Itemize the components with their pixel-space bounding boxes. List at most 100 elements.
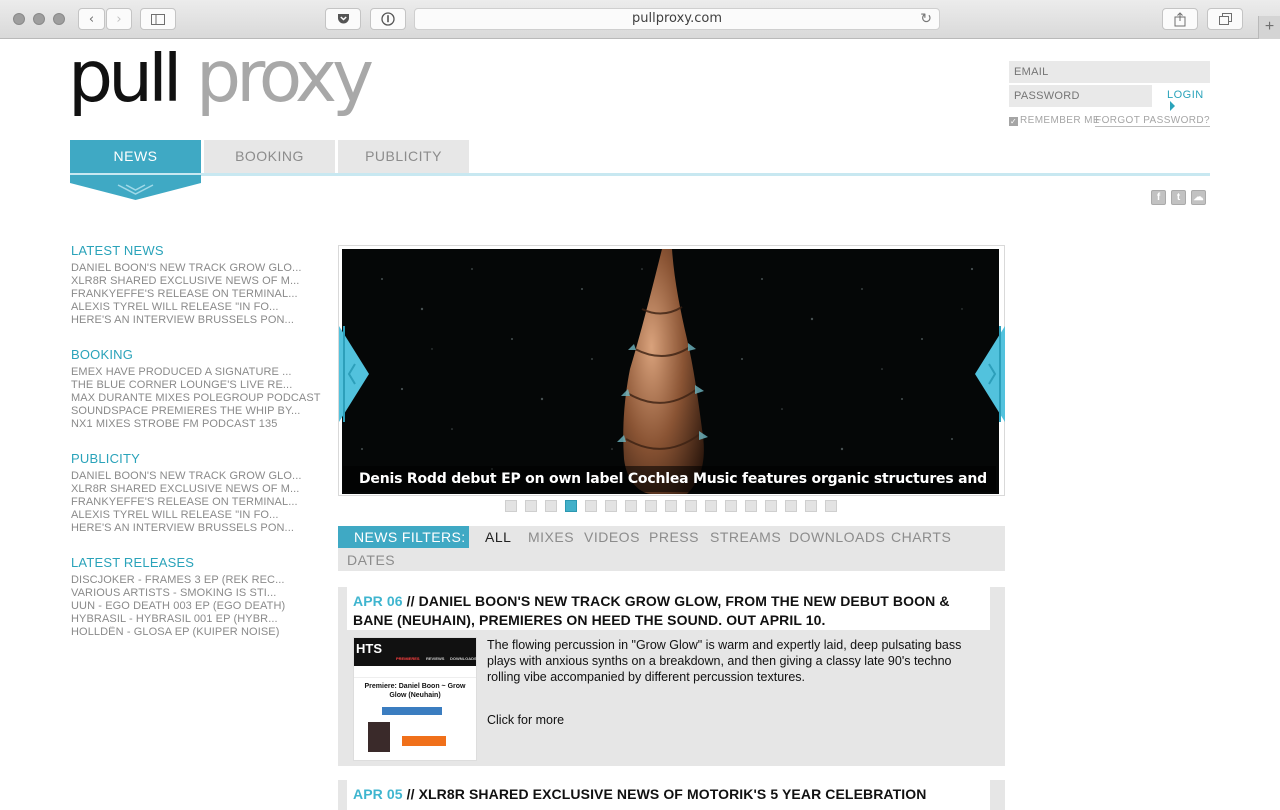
list-item[interactable]: ALEXIS TYREL WILL RELEASE "IN FO... — [71, 301, 331, 314]
soundcloud-icon[interactable]: ☁ — [1191, 190, 1206, 205]
list-item[interactable]: MAX DURANTE MIXES POLEGROUP PODCAST — [71, 392, 331, 405]
sidebar: LATEST NEWS DANIEL BOON'S NEW TRACK GROW… — [71, 243, 331, 659]
show-tabs-button[interactable] — [1207, 8, 1243, 30]
tab-publicity[interactable]: PUBLICITY — [338, 140, 469, 173]
remember-me-label: REMEMBER ME — [1020, 115, 1100, 126]
section-title[interactable]: BOOKING — [71, 347, 331, 363]
minimize-window-button[interactable] — [33, 13, 45, 25]
tab-news[interactable]: NEWS — [70, 140, 201, 173]
list-item[interactable]: HERE'S AN INTERVIEW BRUSSELS PON... — [71, 522, 331, 535]
filter-streams[interactable]: STREAMS — [710, 526, 781, 548]
soundcloud-glyph: ☁ — [1193, 192, 1204, 203]
list-item[interactable]: DANIEL BOON'S NEW TRACK GROW GLO... — [71, 262, 331, 275]
password-field[interactable] — [1009, 85, 1152, 107]
tabs-icon — [1218, 13, 1232, 25]
news-filters: NEWS FILTERS: ALL MIXES VIDEOS PRESS STR… — [338, 526, 1005, 571]
slider-dot[interactable] — [745, 500, 757, 512]
slider-dot[interactable] — [825, 500, 837, 512]
forgot-password-link[interactable]: FORGOT PASSWORD? — [1095, 115, 1210, 127]
list-item[interactable]: VARIOUS ARTISTS - SMOKING IS STI... — [71, 587, 331, 600]
list-item[interactable]: FRANKYEFFE'S RELEASE ON TERMINAL... — [71, 288, 331, 301]
pocket-button[interactable] — [325, 8, 361, 30]
list-item[interactable]: FRANKYEFFE'S RELEASE ON TERMINAL... — [71, 496, 331, 509]
email-field[interactable] — [1009, 61, 1210, 83]
browser-toolbar: ‹ › pullproxy.com ↻ + — [0, 0, 1280, 39]
article-date: APR 06 — [353, 593, 403, 609]
article-title[interactable]: APR 06 // DANIEL BOON'S NEW TRACK GROW G… — [347, 587, 990, 630]
filter-mixes[interactable]: MIXES — [528, 526, 574, 548]
list-item[interactable]: HOLLDËN - GLOSA EP (KUIPER NOISE) — [71, 626, 331, 639]
list-item[interactable]: ALEXIS TYREL WILL RELEASE "IN FO... — [71, 509, 331, 522]
list-item[interactable]: DISCJOKER - FRAMES 3 EP (REK REC... — [71, 574, 331, 587]
list-item[interactable]: DANIEL BOON'S NEW TRACK GROW GLO... — [71, 470, 331, 483]
filter-charts[interactable]: CHARTS — [891, 526, 951, 548]
new-tab-button[interactable]: + — [1258, 16, 1280, 39]
slider-dot[interactable] — [705, 500, 717, 512]
tab-news-label: NEWS — [113, 148, 158, 164]
login-button[interactable]: LOGIN — [1167, 89, 1210, 113]
tab-booking[interactable]: BOOKING — [204, 140, 335, 173]
slider-dot[interactable] — [585, 500, 597, 512]
twitter-glyph: t — [1176, 192, 1181, 203]
slider-dot[interactable] — [725, 500, 737, 512]
article-thumbnail[interactable]: HTS PREMIERES REVIEWS DOWNLOADS Premiere… — [353, 637, 477, 761]
slider-dot[interactable] — [805, 500, 817, 512]
list-item[interactable]: UUN - EGO DEATH 003 EP (EGO DEATH) — [71, 600, 331, 613]
twitter-icon[interactable]: t — [1171, 190, 1186, 205]
list-item[interactable]: EMEX HAVE PRODUCED A SIGNATURE ... — [71, 366, 331, 379]
slide-image[interactable] — [342, 249, 999, 494]
article-read-more-link[interactable]: Click for more — [487, 713, 564, 727]
triangle-right-icon — [1170, 101, 1175, 111]
slider-next-button[interactable] — [975, 326, 1005, 422]
filter-videos[interactable]: VIDEOS — [584, 526, 640, 548]
slider-dot[interactable] — [565, 500, 577, 512]
forward-button[interactable]: › — [106, 8, 132, 30]
thumb-cover-art — [368, 722, 390, 752]
zoom-window-button[interactable] — [53, 13, 65, 25]
list-item[interactable]: XLR8R SHARED EXCLUSIVE NEWS OF M... — [71, 483, 331, 496]
slider-dot[interactable] — [685, 500, 697, 512]
share-button[interactable] — [1162, 8, 1198, 30]
slider-prev-button[interactable] — [339, 326, 369, 422]
slider-dot[interactable] — [545, 500, 557, 512]
filter-dates[interactable]: DATES — [347, 549, 395, 571]
slider-dot[interactable] — [525, 500, 537, 512]
thumb-breadcrumb — [354, 666, 476, 678]
section-title[interactable]: LATEST NEWS — [71, 243, 331, 259]
slider-dot[interactable] — [765, 500, 777, 512]
section-title[interactable]: PUBLICITY — [71, 451, 331, 467]
address-bar[interactable]: pullproxy.com ↻ — [414, 8, 940, 30]
filter-all[interactable]: ALL — [485, 526, 511, 548]
reload-icon[interactable]: ↻ — [920, 9, 932, 29]
slider-dot[interactable] — [625, 500, 637, 512]
sidebar-section-latest-news: LATEST NEWS DANIEL BOON'S NEW TRACK GROW… — [71, 243, 331, 327]
list-item[interactable]: HERE'S AN INTERVIEW BRUSSELS PON... — [71, 314, 331, 327]
filter-press[interactable]: PRESS — [649, 526, 699, 548]
sidebar-toggle-button[interactable] — [140, 8, 176, 30]
privacy-report-button[interactable] — [370, 8, 406, 30]
facebook-icon[interactable]: f — [1151, 190, 1166, 205]
sidebar-icon — [151, 13, 165, 25]
back-button[interactable]: ‹ — [78, 8, 105, 30]
list-item[interactable]: SOUNDSPACE PREMIERES THE WHIP BY... — [71, 405, 331, 418]
list-item[interactable]: NX1 MIXES STROBE FM PODCAST 135 — [71, 418, 331, 431]
slider-dot[interactable] — [605, 500, 617, 512]
list-item[interactable]: HYBRASIL - HYBRASIL 001 EP (HYBR... — [71, 613, 331, 626]
pullproxy-logo[interactable]: pull proxy — [68, 51, 384, 121]
list-item[interactable]: XLR8R SHARED EXCLUSIVE NEWS OF M... — [71, 275, 331, 288]
slider-dot[interactable] — [505, 500, 517, 512]
list-item[interactable]: THE BLUE CORNER LOUNGE'S LIVE RE... — [71, 379, 331, 392]
thumb-header: HTS PREMIERES REVIEWS DOWNLOADS — [354, 638, 476, 666]
slider-dot[interactable] — [785, 500, 797, 512]
thumb-menu-item: PREMIERES — [396, 656, 420, 661]
slide-caption[interactable]: Denis Rodd debut EP on own label Cochlea… — [343, 466, 996, 513]
nav-underline — [70, 173, 1210, 176]
remember-me-checkbox[interactable]: ✓ REMEMBER ME — [1009, 115, 1100, 126]
slider-dot[interactable] — [645, 500, 657, 512]
article-title[interactable]: APR 05 // XLR8R SHARED EXCLUSIVE NEWS OF… — [347, 780, 990, 810]
filter-downloads[interactable]: DOWNLOADS — [789, 526, 885, 548]
pocket-icon — [337, 14, 349, 24]
section-title[interactable]: LATEST RELEASES — [71, 555, 331, 571]
slider-dot[interactable] — [665, 500, 677, 512]
close-window-button[interactable] — [13, 13, 25, 25]
